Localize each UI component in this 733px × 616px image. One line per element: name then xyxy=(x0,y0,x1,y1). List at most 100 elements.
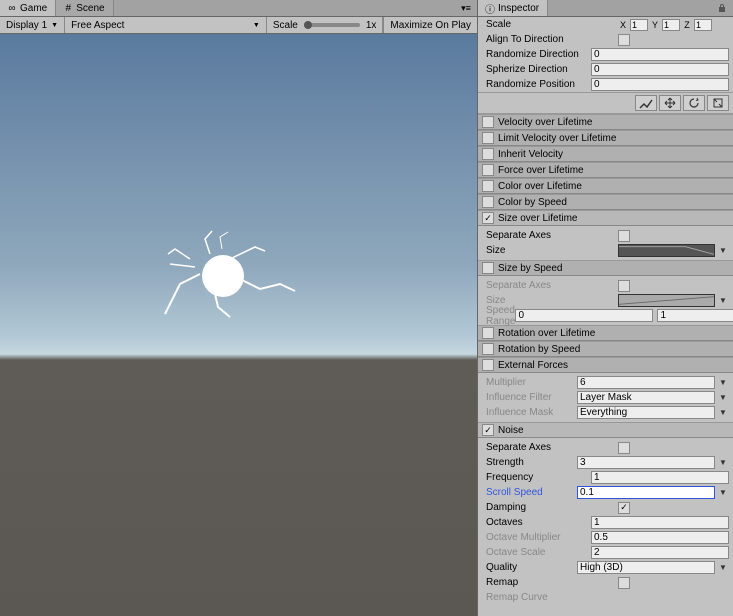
external-forces-checkbox[interactable] xyxy=(482,359,494,371)
chevron-down-icon[interactable]: ▼ xyxy=(717,246,729,255)
noise-checkbox[interactable] xyxy=(482,424,494,436)
game-viewport xyxy=(0,34,477,616)
module-rotation-lifetime[interactable]: Rotation over Lifetime xyxy=(478,325,733,341)
n-sep-axes-label: Separate Axes xyxy=(486,442,618,453)
ss-size-curve[interactable] xyxy=(618,294,715,307)
module-color-lifetime[interactable]: Color over Lifetime xyxy=(478,178,733,194)
n-sep-axes-checkbox[interactable] xyxy=(618,442,630,454)
n-quality-dropdown[interactable] xyxy=(577,561,715,574)
chevron-down-icon[interactable]: ▼ xyxy=(717,563,729,572)
n-damping-checkbox[interactable] xyxy=(618,502,630,514)
color-speed-checkbox[interactable] xyxy=(482,196,494,208)
scale-x-input[interactable] xyxy=(630,19,648,31)
rotate-tool-button[interactable] xyxy=(683,95,705,111)
chevron-down-icon[interactable]: ▼ xyxy=(717,458,729,467)
move-tool-button[interactable] xyxy=(659,95,681,111)
n-strength-input[interactable] xyxy=(577,456,715,469)
n-remapcurve-label: Remap Curve xyxy=(486,592,618,603)
velocity-checkbox[interactable] xyxy=(482,116,494,128)
ef-mult-label: Multiplier xyxy=(486,377,577,388)
sl-sep-axes-checkbox[interactable] xyxy=(618,230,630,242)
chevron-down-icon[interactable]: ▼ xyxy=(717,296,729,305)
module-limit-velocity[interactable]: Limit Velocity over Lifetime xyxy=(478,130,733,146)
ss-sep-axes-checkbox[interactable] xyxy=(618,280,630,292)
n-octscale-label: Octave Scale xyxy=(486,547,591,558)
chevron-down-icon[interactable]: ▼ xyxy=(717,488,729,497)
ef-mult-input[interactable] xyxy=(577,376,715,389)
scale-z-input[interactable] xyxy=(694,19,712,31)
left-tab-bar: ∞ Game # Scene ▾≡ xyxy=(0,0,477,17)
rotation-lifetime-checkbox[interactable] xyxy=(482,327,494,339)
module-external-forces[interactable]: External Forces xyxy=(478,357,733,373)
scale-xyz: X Y Z xyxy=(618,19,729,31)
module-color-speed[interactable]: Color by Speed xyxy=(478,194,733,210)
ss-range-max-input[interactable] xyxy=(657,309,733,322)
scale-y-input[interactable] xyxy=(662,19,680,31)
n-octscale-input[interactable] xyxy=(591,546,729,559)
spherize-label: Spherize Direction xyxy=(486,64,591,75)
n-frequency-label: Frequency xyxy=(486,472,591,483)
module-velocity[interactable]: Velocity over Lifetime xyxy=(478,114,733,130)
sl-sep-axes-label: Separate Axes xyxy=(486,230,618,241)
tab-inspector[interactable]: ⓘ Inspector xyxy=(478,0,548,16)
n-frequency-input[interactable] xyxy=(591,471,729,484)
module-size-lifetime[interactable]: Size over Lifetime xyxy=(478,210,733,226)
tab-menu[interactable]: ▾≡ xyxy=(455,0,477,16)
size-speed-checkbox[interactable] xyxy=(482,262,494,274)
force-checkbox[interactable] xyxy=(482,164,494,176)
n-remap-label: Remap xyxy=(486,577,618,588)
rand-pos-input[interactable] xyxy=(591,78,729,91)
maximize-toggle[interactable]: Maximize On Play xyxy=(383,17,477,33)
game-icon: ∞ xyxy=(6,3,18,15)
ef-mask-dropdown[interactable] xyxy=(577,406,715,419)
module-force[interactable]: Force over Lifetime xyxy=(478,162,733,178)
inspector-body: Scale X Y Z Align To Direction Randomize… xyxy=(478,17,733,616)
color-lifetime-checkbox[interactable] xyxy=(482,180,494,192)
n-octaves-input[interactable] xyxy=(591,516,729,529)
aspect-dropdown[interactable]: Free Aspect ▼ xyxy=(65,17,267,33)
inherit-velocity-checkbox[interactable] xyxy=(482,148,494,160)
rand-dir-input[interactable] xyxy=(591,48,729,61)
ef-filter-dropdown[interactable] xyxy=(577,391,715,404)
noise-body: Separate Axes Strength▼ Frequency Scroll… xyxy=(478,438,733,607)
game-panel: ∞ Game # Scene ▾≡ Display 1 ▼ Free Aspec… xyxy=(0,0,478,616)
module-rotation-speed[interactable]: Rotation by Speed xyxy=(478,341,733,357)
n-scroll-input[interactable] xyxy=(577,486,715,499)
maximize-label: Maximize On Play xyxy=(390,20,471,31)
rotation-speed-checkbox[interactable] xyxy=(482,343,494,355)
n-octaves-label: Octaves xyxy=(486,517,591,528)
ss-range-min-input[interactable] xyxy=(515,309,653,322)
module-size-speed[interactable]: Size by Speed xyxy=(478,260,733,276)
scale-thumb[interactable] xyxy=(304,21,312,29)
scale-slider[interactable] xyxy=(304,23,360,27)
inspector-lock[interactable] xyxy=(711,0,733,16)
scale-tool-button[interactable] xyxy=(707,95,729,111)
ss-range-label: Speed Range xyxy=(486,305,515,327)
scale-prop-label: Scale xyxy=(486,19,618,30)
edit-shape-button[interactable] xyxy=(635,95,657,111)
size-speed-body: Separate Axes Size▼ Speed Range xyxy=(478,276,733,325)
display-dropdown[interactable]: Display 1 ▼ xyxy=(0,17,65,33)
chevron-down-icon[interactable]: ▼ xyxy=(717,378,729,387)
sl-size-curve[interactable] xyxy=(618,244,715,257)
z-label: Z xyxy=(682,20,692,30)
tab-scene[interactable]: # Scene xyxy=(56,0,113,16)
module-noise[interactable]: Noise xyxy=(478,422,733,438)
chevron-down-icon[interactable]: ▼ xyxy=(717,408,729,417)
rand-dir-label: Randomize Direction xyxy=(486,49,591,60)
n-strength-label: Strength xyxy=(486,457,577,468)
chevron-down-icon[interactable]: ▼ xyxy=(717,393,729,402)
limit-velocity-checkbox[interactable] xyxy=(482,132,494,144)
module-inherit-velocity[interactable]: Inherit Velocity xyxy=(478,146,733,162)
spherize-row: Spherize Direction xyxy=(478,62,733,77)
spherize-input[interactable] xyxy=(591,63,729,76)
n-octmult-input[interactable] xyxy=(591,531,729,544)
lock-icon xyxy=(715,1,729,15)
size-lifetime-checkbox[interactable] xyxy=(482,212,494,224)
align-checkbox[interactable] xyxy=(618,34,630,46)
tab-menu-icon: ▾≡ xyxy=(459,1,473,15)
scale-label: Scale xyxy=(273,20,298,31)
tab-game[interactable]: ∞ Game xyxy=(0,0,56,16)
n-remap-checkbox[interactable] xyxy=(618,577,630,589)
sl-size-label: Size xyxy=(486,245,618,256)
